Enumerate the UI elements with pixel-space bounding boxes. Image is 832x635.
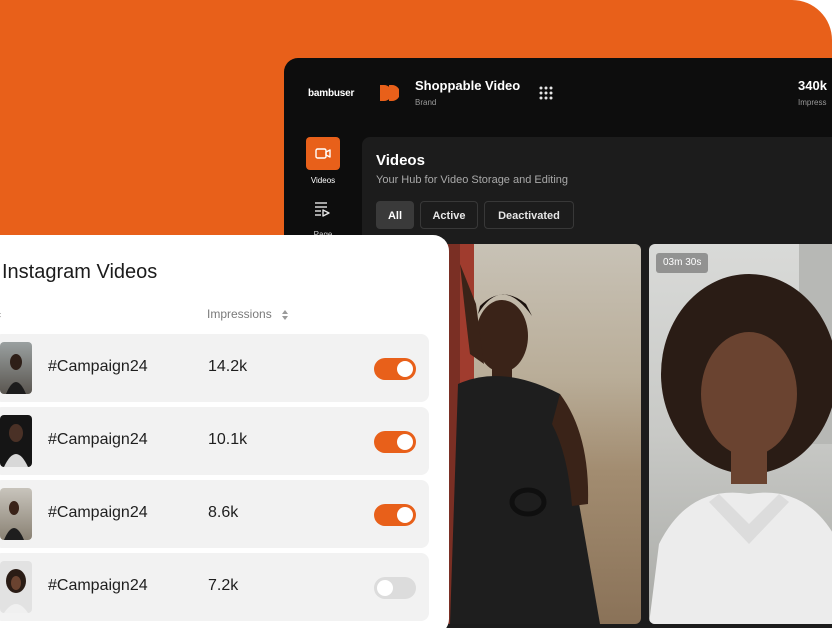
- table-row[interactable]: #Campaign24 7.2k: [0, 553, 429, 621]
- campaign-name: #Campaign24: [48, 431, 148, 448]
- table-row[interactable]: #Campaign24 10.1k: [0, 407, 429, 475]
- column-header-impressions[interactable]: Impressions: [207, 307, 272, 321]
- video-thumbnail-image: [649, 244, 832, 624]
- table-row[interactable]: #Campaign24 8.6k: [0, 480, 429, 548]
- active-toggle[interactable]: [374, 504, 416, 526]
- video-thumbnail-image: [440, 244, 600, 624]
- stat-label: Impress: [798, 98, 827, 107]
- impressions-value: 14.2k: [208, 358, 248, 375]
- campaign-name: #Campaign24: [48, 577, 148, 594]
- brand-title: Shoppable Video: [415, 78, 521, 93]
- video-card[interactable]: [440, 244, 641, 624]
- video-thumbnail: [0, 561, 32, 613]
- filter-active-button[interactable]: Active: [420, 201, 478, 229]
- page-title: Videos: [376, 152, 425, 169]
- sort-icon[interactable]: [0, 309, 2, 321]
- impressions-value: 10.1k: [208, 431, 248, 448]
- grid-icon[interactable]: [539, 86, 553, 100]
- toggle-knob: [397, 507, 413, 523]
- active-toggle[interactable]: [374, 431, 416, 453]
- active-toggle[interactable]: [374, 577, 416, 599]
- video-thumbnail: [0, 415, 32, 467]
- brand-subtitle: Brand: [415, 98, 437, 107]
- instagram-videos-panel: Instagram Videos Impressions #Campaign24…: [0, 235, 449, 635]
- video-camera-icon: [315, 148, 331, 159]
- toggle-knob: [397, 361, 413, 377]
- sort-icon[interactable]: [281, 309, 289, 321]
- table-row[interactable]: #Campaign24 14.2k: [0, 334, 429, 402]
- filter-deactivated-button[interactable]: Deactivated: [484, 201, 574, 229]
- active-toggle[interactable]: [374, 358, 416, 380]
- campaign-name: #Campaign24: [48, 504, 148, 521]
- nav-videos-button[interactable]: [306, 137, 340, 170]
- nav-videos-label[interactable]: Videos: [306, 176, 340, 185]
- video-thumbnail: [0, 342, 32, 394]
- bambuser-logo: bambuser: [308, 88, 355, 99]
- toggle-knob: [377, 580, 393, 596]
- campaign-name: #Campaign24: [48, 358, 148, 375]
- video-thumbnail: [0, 488, 32, 540]
- impressions-value: 8.6k: [208, 504, 239, 521]
- stat-value: 340k: [798, 78, 827, 93]
- impressions-value: 7.2k: [208, 577, 239, 594]
- page-subtitle: Your Hub for Video Storage and Editing: [376, 174, 569, 186]
- panel-title: Instagram Videos: [2, 261, 158, 283]
- video-card[interactable]: [649, 244, 832, 624]
- toggle-knob: [397, 434, 413, 450]
- filter-all-button[interactable]: All: [376, 201, 414, 229]
- page-list-icon[interactable]: [314, 201, 330, 217]
- duration-badge: 03m 30s: [656, 253, 709, 273]
- double-play-icon: [380, 85, 399, 101]
